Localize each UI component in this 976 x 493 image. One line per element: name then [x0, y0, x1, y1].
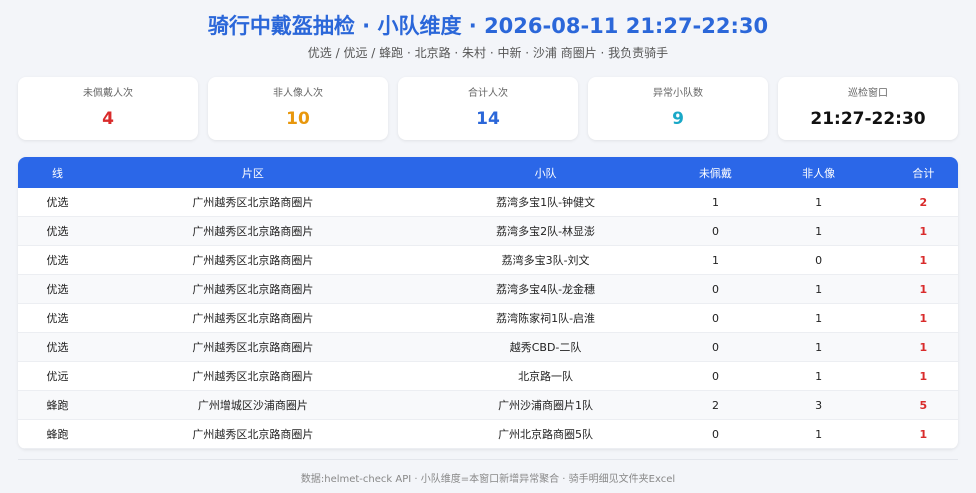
- table-row: 优远 广州越秀区北京路商圈片 北京路一队 0 1 1: [18, 361, 958, 391]
- cell-area: 广州越秀区北京路商圈片: [97, 361, 409, 391]
- table-row: 优选 广州越秀区北京路商圈片 荔湾多宝2队-林显澎 0 1 1: [18, 216, 958, 246]
- cell-line: 优选: [18, 245, 98, 275]
- cell-unhelmeted: 0: [682, 419, 749, 449]
- cell-non-human: 0: [748, 245, 889, 275]
- cell-line: 优选: [18, 303, 98, 333]
- cell-total: 1: [888, 419, 958, 449]
- card-value: 21:27-22:30: [810, 109, 926, 129]
- cell-line: 蜂跑: [18, 419, 98, 449]
- cell-team: 广州沙浦商圈片1队: [408, 390, 683, 420]
- col-header-non-human: 非人像: [802, 166, 836, 180]
- cell-unhelmeted: 1: [682, 245, 749, 275]
- cell-area: 广州越秀区北京路商圈片: [97, 332, 409, 362]
- cell-non-human: 3: [748, 390, 889, 420]
- page-title: 骑行中戴盔抽检 · 小队维度 · 2026-08-11 21:27-22:30: [207, 14, 769, 38]
- table-row: 优选 广州越秀区北京路商圈片 荔湾陈家祠1队-启淮 0 1 1: [18, 303, 958, 333]
- cell-line: 优远: [18, 361, 98, 391]
- cell-area: 广州越秀区北京路商圈片: [97, 216, 409, 246]
- card-value: 14: [476, 109, 500, 129]
- cell-total: 5: [888, 390, 958, 420]
- team-table: 线 片区 小队 未佩戴 非人像 合计 优选 广州越秀区北京路商圈片 荔湾多宝1队-钟…: [18, 157, 958, 449]
- footer-note: 数据:helmet-check API · 小队维度=本窗口新增异常聚合 · 骑…: [18, 459, 958, 488]
- cell-unhelmeted: 0: [682, 216, 749, 246]
- col-header-team: 小队: [534, 166, 557, 180]
- cell-area: 广州越秀区北京路商圈片: [97, 245, 409, 275]
- cell-non-human: 1: [748, 332, 889, 362]
- cell-team: 荔湾多宝1队-钟健文: [408, 188, 683, 217]
- card-label: 合计人次: [468, 88, 508, 99]
- card-total: 合计人次 14: [398, 77, 578, 140]
- page: 骑行中戴盔抽检 · 小队维度 · 2026-08-11 21:27-22:30 …: [18, 12, 958, 488]
- card-non-human: 非人像人次 10: [208, 77, 388, 140]
- cell-area: 广州越秀区北京路商圈片: [97, 188, 409, 217]
- col-header-unhelmeted: 未佩戴: [698, 166, 732, 180]
- cell-area: 广州增城区沙浦商圈片: [97, 390, 409, 420]
- cell-total: 1: [888, 303, 958, 333]
- cell-line: 优选: [18, 332, 98, 362]
- cell-unhelmeted: 1: [682, 188, 749, 217]
- card-label: 异常小队数: [653, 88, 703, 99]
- cell-team: 北京路一队: [408, 361, 683, 391]
- cell-total: 1: [888, 274, 958, 304]
- col-header-area: 片区: [241, 166, 264, 180]
- cell-team: 广州北京路商圈5队: [408, 419, 683, 449]
- cell-area: 广州越秀区北京路商圈片: [97, 303, 409, 333]
- cell-non-human: 1: [748, 216, 889, 246]
- cell-team: 荔湾多宝4队-龙金穗: [408, 274, 683, 304]
- cell-team: 荔湾多宝3队-刘文: [408, 245, 683, 275]
- cell-unhelmeted: 0: [682, 361, 749, 391]
- cell-unhelmeted: 2: [682, 390, 749, 420]
- cell-line: 优选: [18, 188, 98, 217]
- card-label: 未佩戴人次: [83, 88, 133, 99]
- cell-team: 越秀CBD-二队: [408, 332, 683, 362]
- table-row: 优选 广州越秀区北京路商圈片 荔湾多宝1队-钟健文 1 1 2: [18, 188, 958, 217]
- cell-non-human: 1: [748, 419, 889, 449]
- col-header-total: 合计: [912, 166, 935, 180]
- cell-area: 广州越秀区北京路商圈片: [97, 419, 409, 449]
- table-row: 优选 广州越秀区北京路商圈片 荔湾多宝4队-龙金穗 0 1 1: [18, 274, 958, 304]
- card-value: 4: [102, 109, 114, 129]
- cell-unhelmeted: 0: [682, 274, 749, 304]
- cell-line: 优选: [18, 274, 98, 304]
- table-header-row: 线 片区 小队 未佩戴 非人像 合计: [18, 157, 958, 188]
- card-value: 9: [672, 109, 684, 129]
- card-label: 巡检窗口: [848, 88, 888, 99]
- card-inspection-window: 巡检窗口 21:27-22:30: [778, 77, 958, 140]
- table-row: 蜂跑 广州增城区沙浦商圈片 广州沙浦商圈片1队 2 3 5: [18, 390, 958, 420]
- cell-unhelmeted: 0: [682, 303, 749, 333]
- cell-total: 1: [888, 245, 958, 275]
- cell-line: 蜂跑: [18, 390, 98, 420]
- cell-total: 1: [888, 332, 958, 362]
- card-unhelmeted: 未佩戴人次 4: [18, 77, 198, 140]
- card-label: 非人像人次: [273, 88, 323, 99]
- team-table-container: 线 片区 小队 未佩戴 非人像 合计 优选 广州越秀区北京路商圈片 荔湾多宝1队-钟…: [18, 157, 958, 449]
- cell-non-human: 1: [748, 361, 889, 391]
- table-row: 优选 广州越秀区北京路商圈片 越秀CBD-二队 0 1 1: [18, 332, 958, 362]
- cell-non-human: 1: [748, 303, 889, 333]
- card-abnormal-teams: 异常小队数 9: [588, 77, 768, 140]
- cell-area: 广州越秀区北京路商圈片: [97, 274, 409, 304]
- cell-unhelmeted: 0: [682, 332, 749, 362]
- summary-cards: 未佩戴人次 4 非人像人次 10 合计人次 14 异常小队数 9 巡检窗口 21…: [18, 77, 958, 140]
- cell-total: 1: [888, 216, 958, 246]
- col-header-line: 线: [52, 166, 64, 180]
- cell-non-human: 1: [748, 274, 889, 304]
- card-value: 10: [286, 109, 310, 129]
- cell-non-human: 1: [748, 188, 889, 217]
- table-row: 蜂跑 广州越秀区北京路商圈片 广州北京路商圈5队 0 1 1: [18, 419, 958, 449]
- cell-line: 优选: [18, 216, 98, 246]
- cell-total: 1: [888, 361, 958, 391]
- table-row: 优选 广州越秀区北京路商圈片 荔湾多宝3队-刘文 1 0 1: [18, 245, 958, 275]
- cell-total: 2: [888, 188, 958, 217]
- table-body: 优选 广州越秀区北京路商圈片 荔湾多宝1队-钟健文 1 1 2 优选 广州越秀区北京路商圈片荔…: [18, 188, 958, 449]
- page-subtitle: 优选 / 优远 / 蜂跑 · 北京路 · 朱村 · 中新 · 沙浦 商圈片 · …: [307, 46, 669, 60]
- cell-team: 荔湾多宝2队-林显澎: [408, 216, 683, 246]
- cell-team: 荔湾陈家祠1队-启淮: [408, 303, 683, 333]
